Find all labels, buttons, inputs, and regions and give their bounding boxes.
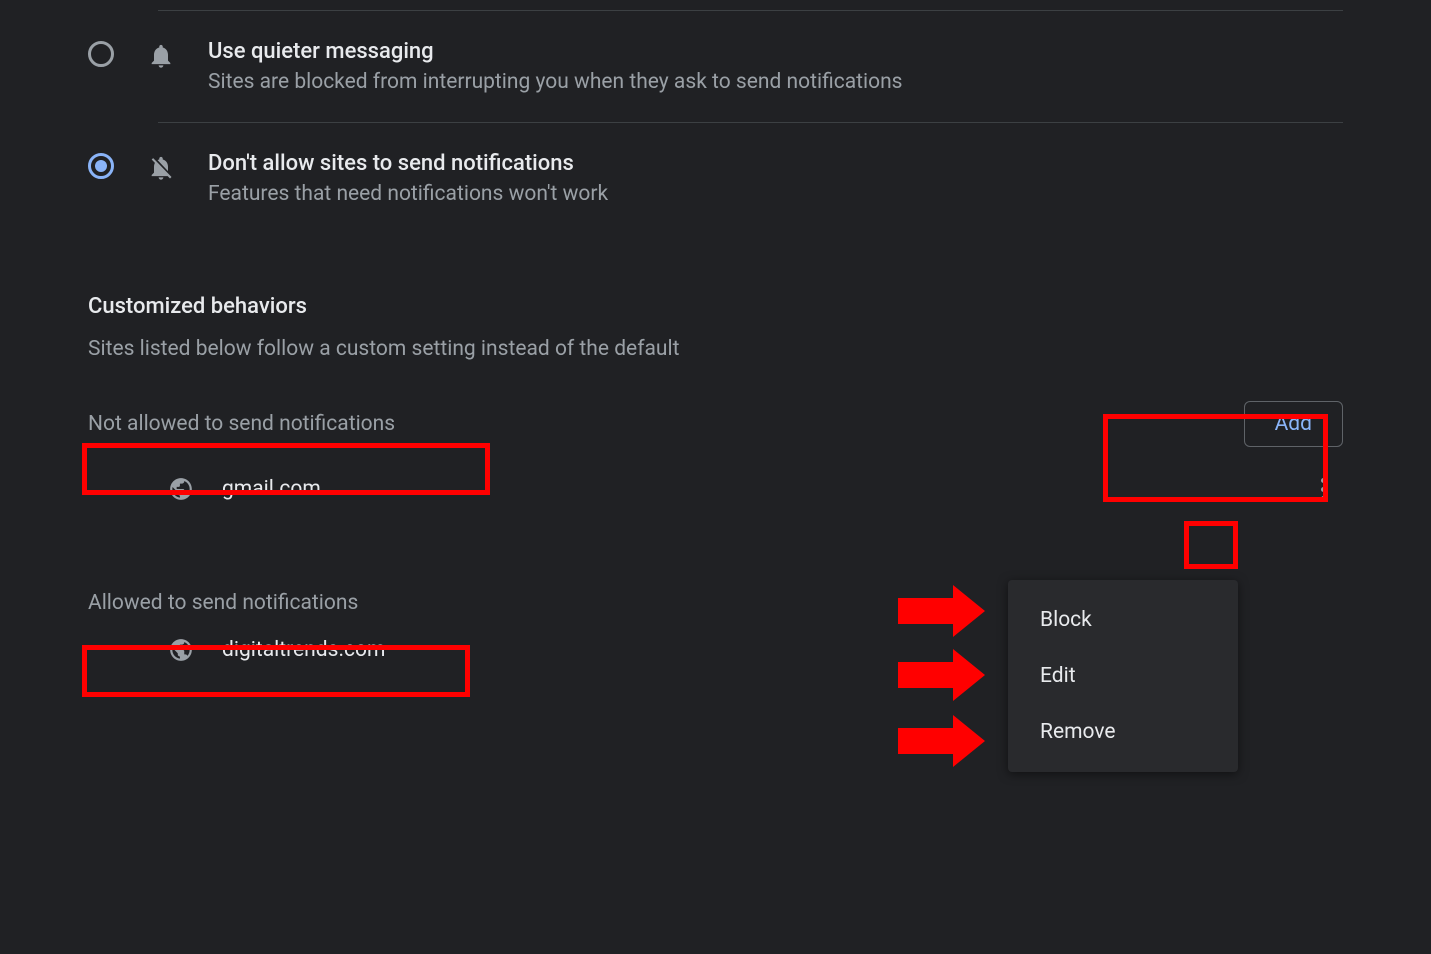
option-title: Don't allow sites to send notifications — [208, 151, 1343, 176]
site-row-not-allowed: gmail.com — [88, 447, 1343, 531]
site-actions-menu: Block Edit Remove — [1008, 580, 1238, 772]
more-vertical-icon — [1321, 478, 1326, 501]
option-description: Features that need notifications won't w… — [208, 182, 1343, 206]
add-not-allowed-button[interactable]: Add — [1244, 401, 1343, 447]
option-dont-allow-notifications[interactable]: Don't allow sites to send notifications … — [88, 123, 1343, 234]
site-name: gmail.com — [222, 477, 1275, 501]
option-title: Use quieter messaging — [208, 39, 1343, 64]
menu-item-block[interactable]: Block — [1008, 592, 1238, 648]
more-actions-button[interactable] — [1303, 469, 1343, 509]
globe-icon — [168, 476, 194, 502]
not-allowed-title: Not allowed to send notifications — [88, 412, 395, 436]
radio-unselected-icon[interactable] — [88, 41, 114, 67]
radio-selected-icon[interactable] — [88, 153, 114, 179]
not-allowed-header: Not allowed to send notifications Add — [88, 401, 1343, 447]
bell-icon — [146, 41, 176, 71]
section-title: Customized behaviors — [88, 294, 1343, 319]
menu-item-remove[interactable]: Remove — [1008, 704, 1238, 760]
bell-off-icon — [146, 153, 176, 183]
annotation-arrow — [898, 728, 953, 754]
menu-item-edit[interactable]: Edit — [1008, 648, 1238, 704]
option-description: Sites are blocked from interrupting you … — [208, 70, 1343, 94]
allowed-title: Allowed to send notifications — [88, 591, 358, 615]
globe-icon — [168, 637, 194, 663]
option-quieter-messaging[interactable]: Use quieter messaging Sites are blocked … — [88, 11, 1343, 122]
section-description: Sites listed below follow a custom setti… — [88, 337, 1343, 361]
